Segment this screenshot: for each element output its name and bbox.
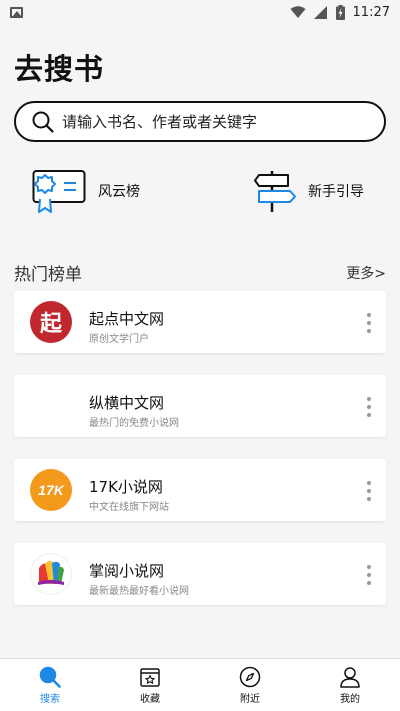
qidian-logo: 起 — [30, 301, 72, 343]
list-item-name: 纵横中文网 — [89, 394, 165, 412]
more-link[interactable]: 更多> — [346, 263, 386, 283]
status-bar: 11:27 — [0, 0, 400, 24]
page-title: 去搜书 — [14, 52, 105, 86]
list-item-zongheng[interactable]: 纵横中文网 最热门的免费小说网 — [14, 375, 386, 437]
nav-label: 收藏 — [140, 694, 160, 705]
list-item-name: 17K小说网 — [89, 478, 163, 496]
list-item-name: 掌阅小说网 — [89, 562, 165, 580]
list-item-zhangyue[interactable]: 掌阅小说网 最新最热最好看小说网 — [14, 543, 386, 605]
certificate-icon — [32, 170, 86, 213]
status-time: 11:27 — [352, 4, 390, 20]
search-input[interactable] — [62, 112, 352, 131]
quick-link-label: 新手引导 — [308, 184, 364, 200]
nav-mine[interactable]: 我的 — [300, 659, 400, 711]
wifi-icon — [290, 5, 306, 18]
nav-search[interactable]: 搜索 — [0, 659, 100, 711]
list-item-desc: 最热门的免费小说网 — [89, 418, 179, 429]
nav-nearby[interactable]: 附近 — [200, 659, 300, 711]
compass-icon — [239, 666, 261, 688]
list-item-desc: 中文在线旗下网站 — [89, 502, 169, 513]
list-item-name: 起点中文网 — [89, 310, 165, 328]
search-icon — [32, 111, 54, 133]
battery-charging-icon — [335, 4, 345, 20]
image-icon — [10, 6, 23, 18]
list-item-qidian[interactable]: 起 起点中文网 原创文学门户 — [14, 291, 386, 353]
zhangyue-logo — [30, 553, 72, 595]
search-box[interactable] — [14, 101, 386, 142]
more-vert-icon[interactable] — [366, 397, 372, 417]
user-icon — [340, 667, 360, 688]
list-item-desc: 原创文学门户 — [89, 334, 149, 345]
nav-label: 附近 — [240, 694, 260, 705]
more-vert-icon[interactable] — [366, 565, 372, 585]
quick-link-label: 风云榜 — [98, 184, 140, 200]
list-item-desc: 最新最热最好看小说网 — [89, 586, 189, 597]
more-vert-icon[interactable] — [366, 313, 372, 333]
nav-label: 搜索 — [40, 694, 60, 705]
zongheng-logo — [30, 385, 72, 427]
search-icon — [39, 666, 61, 688]
more-vert-icon[interactable] — [366, 481, 372, 501]
bottom-nav: 搜索 收藏 附近 我的 — [0, 658, 400, 711]
17k-logo: 17K — [30, 469, 72, 511]
bookshelf-icon — [140, 668, 160, 687]
list-item-17k[interactable]: 17K 17K小说网 中文在线旗下网站 — [14, 459, 386, 521]
section-title: 热门榜单 — [14, 265, 82, 285]
signal-icon — [313, 5, 327, 19]
quick-link-fengyun[interactable]: 风云榜 — [32, 166, 140, 216]
quick-link-guide[interactable]: 新手引导 — [254, 166, 364, 216]
nav-favorites[interactable]: 收藏 — [100, 659, 200, 711]
nav-label: 我的 — [340, 694, 360, 705]
signpost-icon — [254, 171, 296, 212]
